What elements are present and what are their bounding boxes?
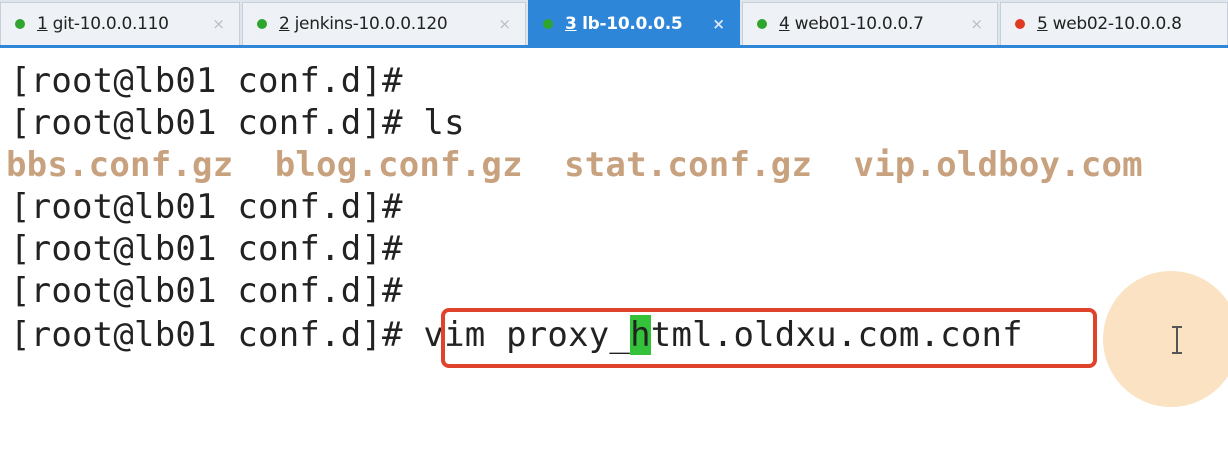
shell-prompt: [root@lb01 conf.d]#	[10, 229, 403, 269]
tab-number: 1	[37, 14, 48, 34]
tab-label: lb-10.0.0.5	[576, 13, 683, 34]
shell-prompt: [root@lb01 conf.d]#	[10, 187, 403, 227]
ls-output: bbs.conf.gz blog.conf.gz stat.conf.gz vi…	[6, 145, 1143, 185]
status-dot-icon	[757, 19, 767, 29]
tab-label: jenkins-10.0.0.120	[289, 14, 448, 34]
tab-label: git-10.0.0.110	[47, 14, 169, 34]
terminal-pane[interactable]: [root@lb01 conf.d]# [root@lb01 conf.d]# …	[0, 48, 1228, 466]
terminal-line: [root@lb01 conf.d]#	[10, 228, 403, 270]
shell-prompt: [root@lb01 conf.d]#	[10, 61, 403, 101]
tab-number: 3	[565, 13, 577, 34]
tab-label: web02-10.0.0.8	[1047, 14, 1182, 34]
shell-command: ls	[402, 103, 465, 143]
terminal-line: [root@lb01 conf.d]#	[10, 186, 403, 228]
shell-prompt: [root@lb01 conf.d]#	[10, 103, 403, 143]
status-dot-icon	[1015, 19, 1025, 29]
tab-jenkins[interactable]: 2 jenkins-10.0.0.120 ×	[242, 2, 526, 45]
tab-bar: 1 git-10.0.0.110 × 2 jenkins-10.0.0.120 …	[0, 0, 1228, 48]
text-cursor-icon	[1172, 326, 1182, 354]
status-dot-icon	[15, 19, 25, 29]
tab-lb[interactable]: 3 lb-10.0.0.5 ×	[528, 0, 740, 46]
terminal-line: [root@lb01 conf.d]# ls	[10, 102, 465, 144]
close-icon[interactable]: ×	[212, 15, 225, 33]
close-icon[interactable]: ×	[970, 15, 983, 33]
mouse-click-indicator	[1103, 271, 1228, 407]
shell-prompt: [root@lb01 conf.d]#	[10, 271, 403, 311]
tab-number: 4	[779, 14, 790, 34]
command-highlight-box	[441, 308, 1097, 368]
tab-number: 2	[279, 14, 290, 34]
tab-label: web01-10.0.0.7	[789, 14, 924, 34]
terminal-line: [root@lb01 conf.d]#	[10, 270, 403, 312]
shell-prompt: [root@lb01 conf.d]#	[10, 315, 403, 355]
status-dot-icon	[257, 19, 267, 29]
close-icon[interactable]: ×	[498, 15, 511, 33]
tab-number: 5	[1037, 14, 1048, 34]
terminal-line: [root@lb01 conf.d]#	[10, 60, 403, 102]
tab-web02[interactable]: 5 web02-10.0.0.8	[1000, 2, 1228, 45]
tab-web01[interactable]: 4 web01-10.0.0.7 ×	[742, 2, 998, 45]
close-icon[interactable]: ×	[712, 15, 725, 33]
status-dot-icon	[543, 18, 553, 29]
tab-git[interactable]: 1 git-10.0.0.110 ×	[0, 2, 240, 45]
